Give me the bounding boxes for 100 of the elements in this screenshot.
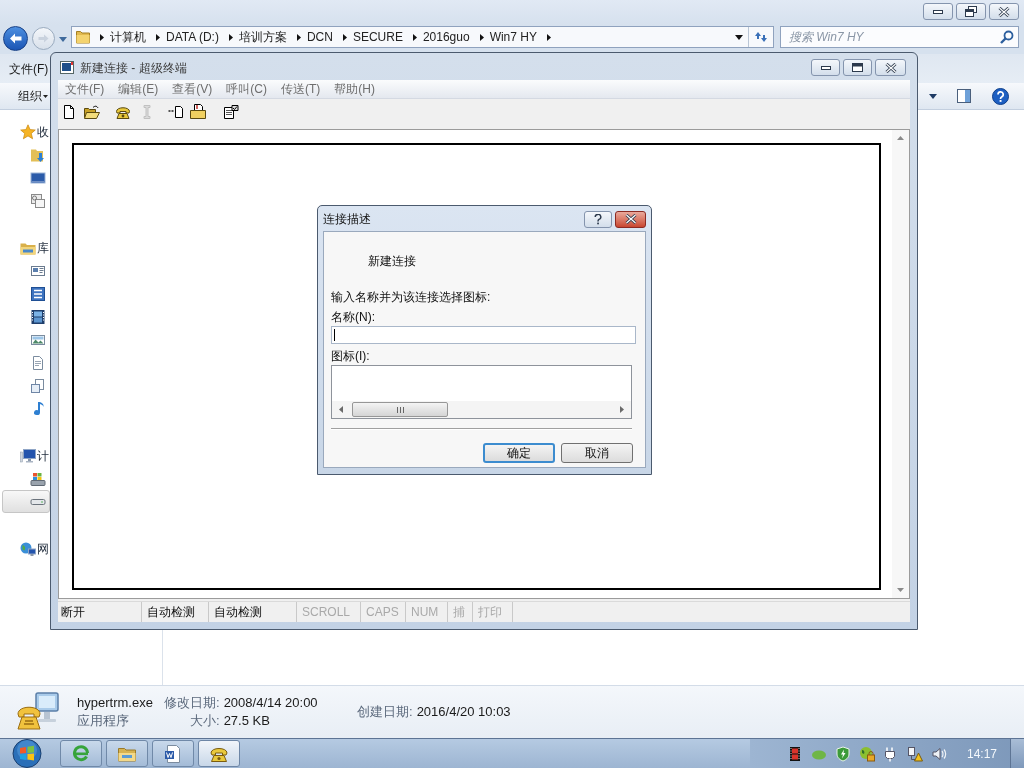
scroll-up-arrow-icon[interactable] bbox=[897, 136, 904, 140]
minimize-icon bbox=[933, 9, 943, 14]
desktop-icon bbox=[30, 169, 46, 186]
shield-icon[interactable] bbox=[834, 745, 851, 762]
organize-menu[interactable]: 组织 bbox=[18, 90, 42, 102]
field-label: 图标(I): bbox=[331, 348, 370, 364]
breadcrumb-arrow-icon[interactable] bbox=[156, 33, 160, 41]
breadcrumb-arrow-icon[interactable] bbox=[100, 33, 104, 41]
nav-group-item[interactable]: 网 bbox=[2, 537, 50, 560]
icon-list[interactable] bbox=[331, 365, 632, 419]
document-icon bbox=[163, 743, 183, 764]
horizontal-scrollbar[interactable] bbox=[332, 401, 631, 418]
taskbar-button[interactable] bbox=[152, 740, 194, 767]
dialog-button[interactable]: 取消 bbox=[561, 443, 633, 463]
computer-icon bbox=[20, 447, 36, 464]
breadcrumb-arrow-icon[interactable] bbox=[228, 33, 233, 41]
breadcrumb-arrow-icon[interactable] bbox=[479, 33, 484, 41]
field-value: 27.5 KB bbox=[223, 712, 271, 730]
close-button[interactable] bbox=[615, 210, 646, 228]
minimize-button[interactable] bbox=[923, 3, 953, 20]
e-logo-icon bbox=[71, 743, 91, 764]
breadcrumb-arrow-icon[interactable] bbox=[412, 33, 417, 41]
refresh-icon bbox=[754, 30, 768, 44]
menu-item[interactable]: 传送(T) bbox=[274, 80, 328, 98]
breadcrumb-arrow-icon[interactable] bbox=[296, 33, 301, 41]
dialog-title: 连接描述 bbox=[323, 212, 371, 225]
flag-logo-icon bbox=[10, 739, 44, 768]
close-button[interactable] bbox=[989, 3, 1019, 20]
globe-computer-icon bbox=[20, 540, 36, 557]
dialog-prompt: 输入名称并为该连接选择图标: bbox=[331, 289, 491, 305]
menu-item[interactable]: 文件(F) bbox=[9, 62, 49, 75]
status-text: NUM bbox=[411, 606, 439, 618]
network-warning-icon[interactable] bbox=[906, 745, 923, 762]
field-value: 2016/4/20 10:03 bbox=[416, 703, 511, 721]
breadcrumb-item[interactable]: DATA (D:) bbox=[166, 31, 219, 43]
menu-item[interactable]: 帮助(H) bbox=[327, 80, 382, 98]
restore-button[interactable] bbox=[956, 3, 986, 20]
search-icon bbox=[1000, 30, 1014, 44]
nav-group-item[interactable]: 收 bbox=[2, 120, 50, 143]
dropdown-arrow-icon[interactable] bbox=[929, 93, 937, 99]
help-button[interactable] bbox=[584, 210, 612, 228]
open-folder-icon[interactable] bbox=[84, 104, 100, 120]
breadcrumb-item[interactable]: SECURE bbox=[352, 31, 403, 43]
recent-places-icon bbox=[30, 192, 46, 209]
scroll-right-arrow-icon[interactable] bbox=[620, 406, 624, 413]
status-text: 自动检测 bbox=[147, 606, 195, 618]
close-button[interactable] bbox=[875, 59, 906, 76]
breadcrumb-item[interactable]: DCN bbox=[306, 31, 333, 43]
star-icon bbox=[20, 123, 36, 140]
menu-item[interactable]: 查看(V) bbox=[165, 80, 220, 98]
vertical-scrollbar[interactable] bbox=[892, 130, 909, 598]
address-field[interactable]: 计算机 DATA (D:) 培训方案 DCN SECURE 2016guo Win7 HY bbox=[71, 26, 774, 48]
status-text: CAPS bbox=[366, 606, 399, 618]
menu-item[interactable]: 编辑(E) bbox=[111, 80, 166, 98]
breadcrumb-item[interactable]: 培训方案 bbox=[238, 31, 287, 43]
dropdown-arrow-icon[interactable] bbox=[735, 34, 743, 40]
window-title: 新建连接 - 超级终端 bbox=[80, 61, 187, 74]
field-label: 创建日期: bbox=[357, 703, 413, 721]
scroll-down-arrow-icon[interactable] bbox=[897, 588, 904, 592]
name-field[interactable] bbox=[331, 326, 636, 344]
preview-pane-icon[interactable] bbox=[956, 88, 972, 104]
document-icon bbox=[30, 354, 46, 371]
menu-item[interactable]: 呼叫(C) bbox=[219, 80, 274, 98]
field-label: 修改日期: bbox=[164, 694, 220, 712]
breadcrumb-item[interactable]: Win7 HY bbox=[489, 31, 537, 43]
maximize-button[interactable] bbox=[843, 59, 872, 76]
breadcrumb-item[interactable]: 计算机 bbox=[110, 31, 146, 43]
grip-icon bbox=[396, 406, 404, 413]
breadcrumb-arrow-icon[interactable] bbox=[342, 33, 347, 41]
help-icon[interactable] bbox=[992, 87, 1009, 105]
nav-group-item[interactable]: 计 bbox=[2, 444, 50, 467]
telephone-icon[interactable] bbox=[115, 104, 131, 120]
drive-icon bbox=[30, 470, 46, 487]
back-button[interactable] bbox=[3, 26, 28, 51]
arrow-right-icon bbox=[38, 34, 49, 43]
folder-icon bbox=[75, 29, 91, 45]
dropdown-arrow-icon[interactable] bbox=[43, 94, 48, 98]
minimize-button[interactable] bbox=[811, 59, 840, 76]
close-icon bbox=[624, 214, 637, 224]
nav-group-item[interactable]: 库 bbox=[2, 236, 50, 259]
blank-page-icon[interactable] bbox=[61, 104, 77, 120]
breadcrumb-item[interactable]: 2016guo bbox=[422, 31, 470, 43]
taskbar-button[interactable] bbox=[198, 740, 240, 767]
scroll-left-arrow-icon[interactable] bbox=[339, 406, 343, 413]
restore-icon bbox=[965, 6, 977, 17]
search-field[interactable]: 搜索 Win7 HY bbox=[780, 26, 1019, 48]
speaker-icon[interactable] bbox=[930, 745, 947, 762]
close-icon bbox=[884, 62, 897, 73]
status-text: 自动检测 bbox=[214, 606, 262, 618]
menu-item[interactable]: 文件(F) bbox=[58, 80, 112, 98]
properties-page-icon[interactable] bbox=[223, 104, 239, 120]
start-button[interactable] bbox=[9, 739, 45, 768]
scrollbar-thumb[interactable] bbox=[352, 402, 448, 417]
breadcrumb-arrow-icon[interactable] bbox=[546, 33, 551, 41]
globe-lock-icon[interactable] bbox=[858, 745, 875, 762]
folder-page-icon[interactable] bbox=[190, 104, 206, 120]
field-label: 名称(N): bbox=[331, 309, 375, 325]
status-text: 断开 bbox=[61, 606, 85, 618]
dialog-button[interactable]: 确定 bbox=[483, 443, 555, 463]
page-dots-icon[interactable] bbox=[168, 104, 184, 120]
